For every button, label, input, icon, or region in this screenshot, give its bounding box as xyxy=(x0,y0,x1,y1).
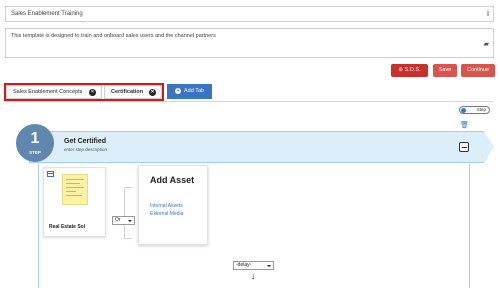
tab-certification[interactable]: Certification ✕ xyxy=(104,85,162,99)
thumbnail-line xyxy=(66,195,82,196)
internal-assets-link[interactable]: Internal Assets xyxy=(150,203,183,209)
template-description-field[interactable]: This template is designed to train and o… xyxy=(5,28,494,58)
thumbnail-line xyxy=(66,183,80,184)
delay-select[interactable]: -delay- xyxy=(233,261,274,270)
template-description-value: This template is designed to train and o… xyxy=(11,33,216,39)
tab-label: Certification xyxy=(111,89,144,95)
text-format-icon[interactable]: Ꭵ xyxy=(487,9,489,19)
tab-label: Sales Enablement Concepts xyxy=(13,89,83,95)
or-select[interactable]: Or xyxy=(112,216,135,225)
thumbnail-line xyxy=(66,187,84,188)
trash-icon[interactable]: 🗑 xyxy=(460,121,469,129)
connector-line xyxy=(124,187,125,239)
asset-type-icon xyxy=(47,171,54,177)
plus-icon: + xyxy=(175,88,181,94)
step-banner-arrow xyxy=(484,131,494,163)
add-tab-label: Add Tab xyxy=(184,88,205,94)
comment-icon[interactable]: ▰ xyxy=(484,40,489,48)
connector-line xyxy=(124,238,132,239)
sos-button[interactable]: ⊛ S.O.S. xyxy=(391,64,428,77)
step-number: 1 xyxy=(30,130,40,147)
or-select-value: Or xyxy=(115,217,121,223)
step-description-placeholder[interactable]: enter step description xyxy=(64,147,107,152)
tab-sales-enablement-concepts[interactable]: Sales Enablement Concepts ✕ xyxy=(6,85,102,99)
external-media-link[interactable]: External Media xyxy=(150,211,183,217)
tabs-divider xyxy=(5,101,494,102)
chevron-down-icon xyxy=(267,265,271,267)
toggle-knob xyxy=(461,108,466,113)
delay-select-value: -delay- xyxy=(236,262,252,268)
arrow-down-icon: ↓ xyxy=(251,271,256,281)
add-tab-button[interactable]: + Add Tab xyxy=(167,84,212,99)
asset-thumbnail xyxy=(62,174,88,205)
chevron-down-icon xyxy=(128,220,132,222)
thumbnail-line xyxy=(66,179,84,180)
close-icon[interactable]: ✕ xyxy=(89,89,96,96)
close-icon[interactable]: ✕ xyxy=(149,89,156,96)
asset-label: Real Estate Sol xyxy=(49,224,86,230)
step-badge-label: STEP xyxy=(29,150,41,155)
continue-button[interactable]: Continue xyxy=(461,64,495,77)
toggle-label: Step xyxy=(476,107,486,112)
collapse-step-button[interactable] xyxy=(459,142,469,152)
asset-card[interactable]: Real Estate Sol xyxy=(43,167,106,237)
add-asset-title: Add Asset xyxy=(150,175,195,185)
step-title[interactable]: Get Certified xyxy=(64,138,106,145)
save-button[interactable]: Save xyxy=(433,64,457,77)
template-title-field[interactable]: Sales Enablement Training Ꭵ xyxy=(5,6,494,22)
step-toggle[interactable]: Step xyxy=(459,106,490,114)
add-asset-card[interactable]: Add Asset Internal Assets External Media xyxy=(138,165,208,245)
connector-line xyxy=(124,187,132,188)
step-number-badge: 1 STEP xyxy=(16,124,54,162)
app-root: Sales Enablement Training Ꭵ This templat… xyxy=(0,0,500,288)
template-title-value: Sales Enablement Training xyxy=(11,11,83,17)
sos-label: S.O.S. xyxy=(404,67,421,73)
thumbnail-line xyxy=(66,191,76,192)
